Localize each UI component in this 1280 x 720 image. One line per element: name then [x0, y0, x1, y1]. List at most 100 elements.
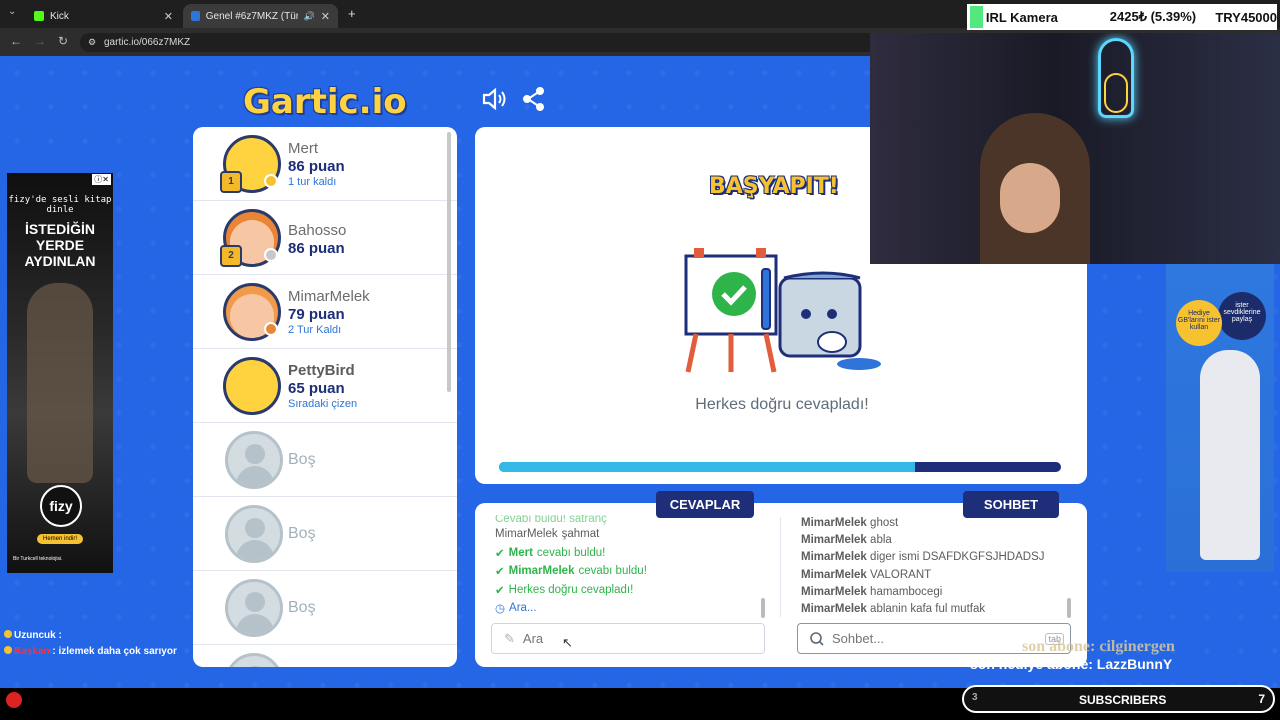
empty-slot: Boş [193, 423, 457, 497]
new-tab-button[interactable]: + [348, 6, 356, 21]
player-score: 86 puan [288, 158, 345, 175]
chat-text: abla [870, 534, 892, 547]
mouse-cursor-icon: ↖ [562, 635, 573, 650]
players-panel: 1 Mert 86 puan 1 tur kaldı 2 Bahosso 86 … [193, 127, 457, 667]
forward-icon[interactable]: → [34, 34, 46, 48]
stream-chat-line: Başkan : izlemek daha çok sarıyor [4, 644, 177, 660]
tab-kick[interactable]: Kick ✕ [26, 4, 181, 28]
progress-fill [499, 462, 915, 472]
subs-count-left: 3 [972, 692, 978, 703]
ad-left-banner[interactable]: ⓘ✕ fizy'de sesli kitap dinle İSTEDİĞİN Y… [7, 173, 113, 573]
streamer-face [1000, 163, 1060, 233]
chat-input[interactable] [832, 631, 1012, 646]
player-name: Mert [288, 140, 318, 157]
player-info: 2 Tur Kaldı [288, 324, 342, 336]
chat-row: MimarMelek ablanin kafa ful mutfak [801, 603, 1071, 619]
gartic-logo[interactable]: Gartic.io [243, 82, 407, 122]
check-icon: ✔ [495, 584, 505, 597]
chat-row: MimarMelek ghost [801, 517, 1071, 534]
ad-person-image [1200, 350, 1260, 560]
answer-text: Cevabı buldu! satranç [495, 515, 607, 525]
player-card[interactable]: 2 Bahosso 86 puan [193, 201, 457, 275]
empty-avatar-icon [225, 505, 283, 563]
column-divider [780, 517, 781, 617]
chat-scrollbar[interactable] [1067, 598, 1071, 618]
answer-row: ◷ Ara... [495, 599, 765, 618]
status-dot [264, 248, 278, 262]
answer-row: ✔ Mert cevabı buldu! [495, 544, 765, 563]
empty-avatar-icon [225, 431, 283, 489]
site-info-icon[interactable]: ⚙ [88, 33, 96, 52]
avatar [223, 357, 281, 415]
chat-text: hamambocegi [870, 585, 943, 598]
empty-slot-label: Boş [288, 525, 316, 542]
answer-text: şahmat [561, 528, 600, 541]
chat-user: MimarMelek [801, 534, 867, 547]
chat-badge-icon [4, 646, 12, 654]
ad-footer: Bir Turkcell teknolojisi. [13, 556, 63, 562]
stream-title: IRL Kamera [985, 9, 1058, 25]
player-card[interactable]: MimarMelek 79 puan 2 Tur Kaldı [193, 275, 457, 349]
close-tab-icon[interactable]: ✕ [164, 10, 173, 23]
chat-text: ablanin kafa ful mutfak [870, 602, 986, 615]
empty-slot [193, 645, 457, 667]
ad-info-icon[interactable]: ⓘ✕ [92, 174, 111, 185]
ad-gift-bubble: Hediye GB'larını ister kullan [1176, 300, 1222, 346]
fizy-logo: fizy [40, 485, 82, 527]
tab-list-icon[interactable]: ⌄ [8, 6, 16, 17]
player-score: 79 puan [288, 306, 345, 323]
ad-cta-button[interactable]: Hemen indir! [37, 534, 83, 544]
answer-text: cevabı buldu! [536, 546, 606, 559]
chat-text: VALORANT [870, 568, 932, 581]
answers-scrollbar[interactable] [761, 598, 765, 618]
answer-user: MimarMelek [508, 565, 575, 578]
chat-user: MimarMelek [801, 517, 867, 529]
subs-label: SUBSCRIBERS [1079, 693, 1167, 707]
player-score: 86 puan [288, 240, 345, 257]
masterpiece-title: BAŞYAPIT! [709, 174, 839, 199]
players-scrollbar[interactable] [447, 132, 451, 392]
player-name: MimarMelek [288, 288, 370, 305]
round-status: Herkes doğru cevapladı! [695, 396, 869, 413]
ad-headline: İSTEDİĞİN YERDE AYDINLAN [24, 221, 96, 269]
answer-input[interactable] [522, 631, 703, 646]
channel-logo [6, 692, 126, 710]
empty-avatar-icon [225, 579, 283, 637]
player-name: Bahosso [288, 222, 347, 239]
answer-text: Ara... [509, 602, 537, 615]
player-card[interactable]: PettyBird 65 puan Sıradaki çizen [193, 349, 457, 423]
empty-slot-label: Boş [288, 451, 316, 468]
chat-text: ghost [870, 517, 899, 529]
url-field[interactable]: ⚙ gartic.io/066z7MKZ [80, 33, 880, 52]
goal-progress: 2425₺ (5.39%) [1109, 9, 1197, 24]
stream-chat-text: : izlemek daha çok sarıyor [52, 646, 177, 657]
chat-user: MimarMelek [801, 551, 867, 564]
answer-input-box[interactable]: ✎ [491, 623, 765, 654]
tab-gartic[interactable]: Genel #6z7MKZ (Türkçe) - ( 🔊 ✕ [183, 4, 338, 28]
clock-icon: ◷ [495, 603, 506, 616]
chat-user: MimarMelek [801, 585, 867, 598]
answer-row: ✔ MimarMelek cevabı buldu! [495, 562, 765, 581]
empty-slot: Boş [193, 571, 457, 645]
player-card[interactable]: 1 Mert 86 puan 1 tur kaldı [193, 127, 457, 201]
tab-title: Kick [50, 10, 69, 22]
chat-user: MimarMelek [801, 602, 867, 615]
answer-row: ✔ Herkes doğru cevapladı! [495, 581, 765, 600]
empty-slot-label: Boş [288, 599, 316, 616]
sound-icon[interactable] [481, 86, 507, 112]
check-icon: ✔ [495, 547, 505, 560]
ad-share-bubble: ister sevdiklerine paylaş [1218, 292, 1266, 340]
back-icon[interactable]: ← [10, 34, 22, 48]
chat-badge-icon [4, 630, 12, 638]
empty-avatar-icon [225, 653, 283, 667]
close-tab-icon[interactable]: ✕ [321, 10, 330, 23]
logo-mark-icon [6, 692, 22, 708]
reload-icon[interactable]: ↻ [58, 34, 68, 48]
chat-user: MimarMelek [801, 568, 867, 581]
share-icon[interactable] [522, 86, 546, 112]
answer-text: cevabı buldu! [578, 565, 647, 578]
answers-list: Cevabı buldu! satranç MimarMelek şahmat … [495, 515, 765, 619]
kick-favicon-icon [34, 11, 44, 21]
speaker-icon[interactable]: 🔊 [304, 11, 315, 22]
check-icon: ✔ [495, 566, 505, 579]
